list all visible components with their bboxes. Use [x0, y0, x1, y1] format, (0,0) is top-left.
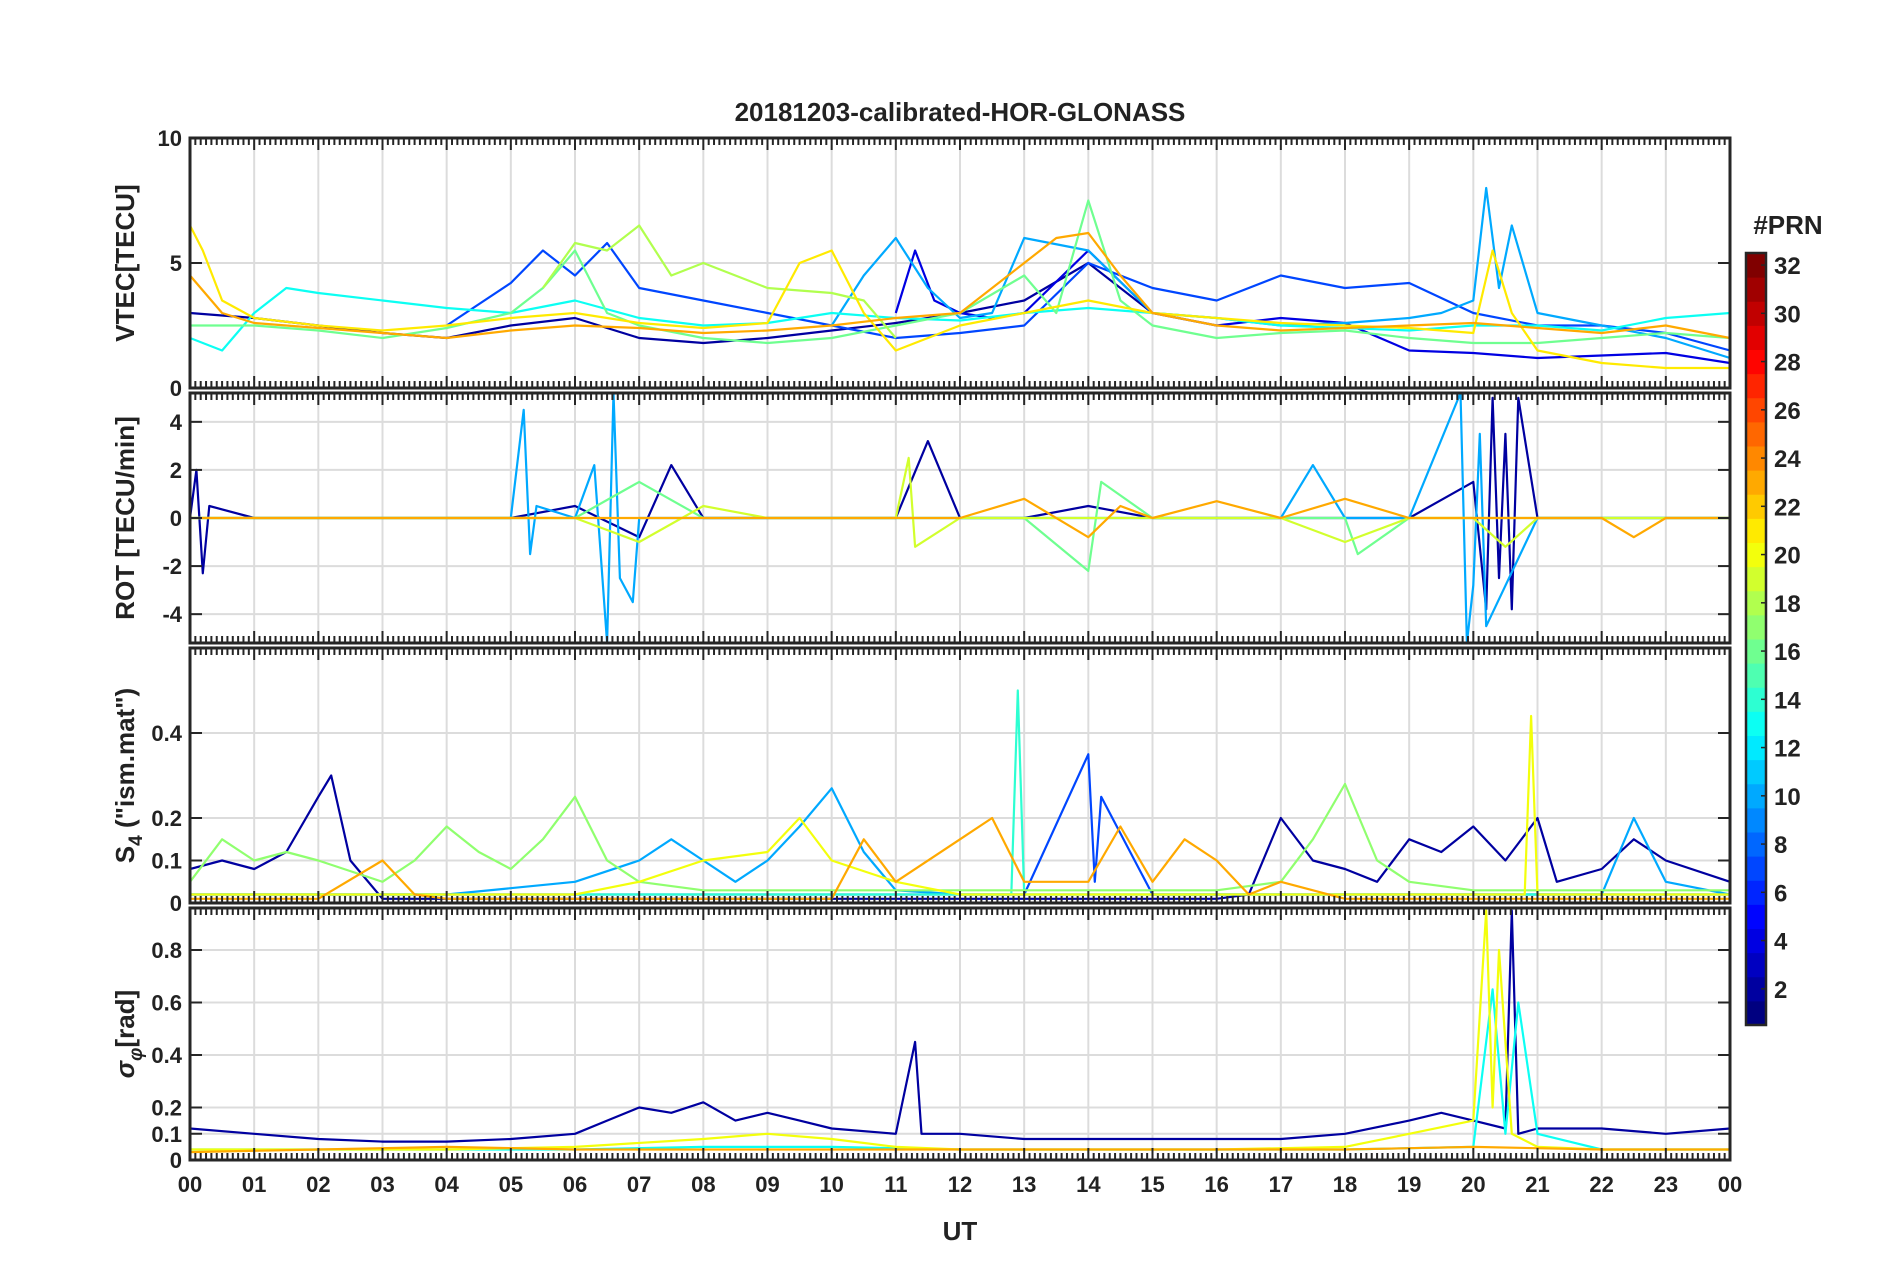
y-axis-label-sub: φ	[126, 1048, 147, 1061]
x-tick-label: 10	[819, 1172, 843, 1197]
y-tick-label: 0	[170, 1148, 182, 1173]
colorbar-segment	[1746, 470, 1766, 495]
colorbar-segment	[1746, 1000, 1766, 1026]
colorbar-tick-label: 20	[1774, 543, 1801, 570]
y-tick-label: 10	[158, 126, 182, 151]
series-line-prn-18	[542, 224, 897, 339]
colorbar-segment	[1746, 277, 1766, 302]
colorbar-tick-label: 12	[1774, 736, 1801, 763]
colorbar-tick-label: 18	[1774, 591, 1801, 618]
colorbar-tick-label: 32	[1774, 253, 1801, 280]
subplot-stack: 0510VTEC[TECU]-4-2024ROT [TECU/min]00.10…	[110, 126, 1732, 1173]
figure: 20181203-calibrated-HOR-GLONASS 0510VTEC…	[110, 97, 1823, 1246]
colorbar-tick-label: 26	[1774, 398, 1801, 425]
colorbar-segment	[1746, 421, 1766, 447]
y-tick-label: 0.8	[151, 938, 182, 963]
y-axis-label-sub: 4	[126, 835, 147, 846]
y-axis-label: σφ[rad]	[110, 990, 147, 1078]
y-tick-label: -2	[162, 554, 182, 579]
x-tick-label: 21	[1525, 1172, 1549, 1197]
x-tick-label: 04	[434, 1172, 459, 1197]
x-tick-label: 01	[242, 1172, 266, 1197]
colorbar-tick-label: 4	[1774, 929, 1788, 956]
x-tick-label: 00	[1718, 1172, 1742, 1197]
y-tick-label: 0.2	[151, 806, 182, 831]
x-tick-label: 08	[691, 1172, 715, 1197]
colorbar-tick-label: 22	[1774, 494, 1801, 521]
x-tick-label: 11	[884, 1172, 907, 1197]
panel-1: 0 5 10 VTEC[TECU]	[110, 126, 1732, 401]
y-tick-label: 0	[170, 376, 182, 401]
x-tick-label: 12	[948, 1172, 972, 1197]
colorbar-segment	[1746, 614, 1766, 640]
y-tick-label: 0	[170, 891, 182, 916]
y-tick-label: 0.1	[151, 849, 182, 874]
colorbar-segment	[1746, 518, 1766, 543]
panel-4: 00.10.2 0.4 0.6 0.8 σφ[rad]	[110, 906, 1732, 1173]
colorbar-segment	[1746, 325, 1766, 350]
x-tick-label: 20	[1461, 1172, 1485, 1197]
panel-3: 00.10.20.4S4 ("ism.mat")	[110, 646, 1732, 916]
y-tick-label: -4	[162, 602, 182, 627]
y-axis-label-main: σ	[110, 1059, 140, 1078]
colorbar-tick-label: 28	[1774, 350, 1801, 377]
x-tick-label: 09	[755, 1172, 779, 1197]
colorbar-segment	[1746, 904, 1766, 929]
x-axis-label: UT	[943, 1216, 978, 1246]
panel-2: -4 -2 0 2 4 ROT [TECU/min]	[110, 391, 1732, 645]
figure-title: 20181203-calibrated-HOR-GLONASS	[735, 97, 1186, 127]
colorbar-segment	[1746, 373, 1766, 399]
colorbar-segment	[1746, 759, 1766, 785]
colorbar-scale: 2468101214161820222426283032	[1744, 251, 1801, 1027]
colorbar: #PRN 2468101214161820222426283032	[1744, 210, 1823, 1027]
x-tick-label: 15	[1140, 1172, 1164, 1197]
x-tick-label: 07	[627, 1172, 651, 1197]
colorbar-tick-label: 30	[1774, 301, 1801, 328]
x-tick-label: 02	[306, 1172, 330, 1197]
series-line-prn-4	[894, 249, 1730, 365]
x-tick-label: 18	[1333, 1172, 1357, 1197]
x-tick-label: 23	[1654, 1172, 1678, 1197]
x-tick-label: 19	[1397, 1172, 1421, 1197]
y-axis-label: ROT [TECU/min]	[110, 416, 140, 620]
colorbar-tick-label: 24	[1774, 446, 1801, 473]
y-axis-label-rest: [rad]	[110, 990, 140, 1048]
x-axis: 00 01 02 03 04 05 06 07 08 09 10 11 12 13 14 15 16 17 18 19…	[178, 1172, 1742, 1197]
y-tick-label: 0.4	[151, 721, 182, 746]
colorbar-segment	[1746, 952, 1766, 978]
colorbar-tick-label: 16	[1774, 639, 1801, 666]
x-tick-label: 00	[178, 1172, 202, 1197]
y-axis-label-rest: ("ism.mat")	[110, 688, 140, 835]
y-axis-label: S4 ("ism.mat")	[110, 688, 147, 863]
x-tick-label: 22	[1589, 1172, 1613, 1197]
x-tick-label: 14	[1076, 1172, 1101, 1197]
y-tick-label: 0.2	[151, 1096, 182, 1121]
y-tick-label: 5	[170, 251, 182, 276]
y-tick-label: 0.1	[151, 1122, 182, 1147]
x-tick-label: 13	[1012, 1172, 1036, 1197]
colorbar-tick-label: 6	[1774, 880, 1787, 907]
y-axis-label-main: S	[110, 846, 140, 863]
x-tick-label: 17	[1269, 1172, 1293, 1197]
y-tick-label: 4	[170, 410, 183, 435]
y-axis-label: VTEC[TECU]	[110, 184, 140, 341]
x-tick-label: 03	[370, 1172, 394, 1197]
colorbar-tick-label: 10	[1774, 784, 1801, 811]
y-tick-label: 0.4	[151, 1043, 182, 1068]
x-tick-label: 06	[563, 1172, 587, 1197]
colorbar-title: #PRN	[1753, 210, 1822, 240]
y-tick-label: 0	[170, 506, 182, 531]
colorbar-segment	[1746, 663, 1766, 688]
colorbar-tick-label: 14	[1774, 687, 1801, 714]
x-tick-label: 05	[499, 1172, 523, 1197]
colorbar-segment	[1746, 711, 1766, 736]
colorbar-segment	[1746, 856, 1766, 881]
y-tick-label: 0.6	[151, 991, 182, 1016]
colorbar-tick-label: 2	[1774, 977, 1787, 1004]
colorbar-segment	[1746, 566, 1766, 592]
y-tick-label: 2	[170, 458, 182, 483]
colorbar-segment	[1746, 807, 1766, 833]
colorbar-tick-label: 8	[1774, 832, 1787, 859]
x-tick-label: 16	[1204, 1172, 1228, 1197]
